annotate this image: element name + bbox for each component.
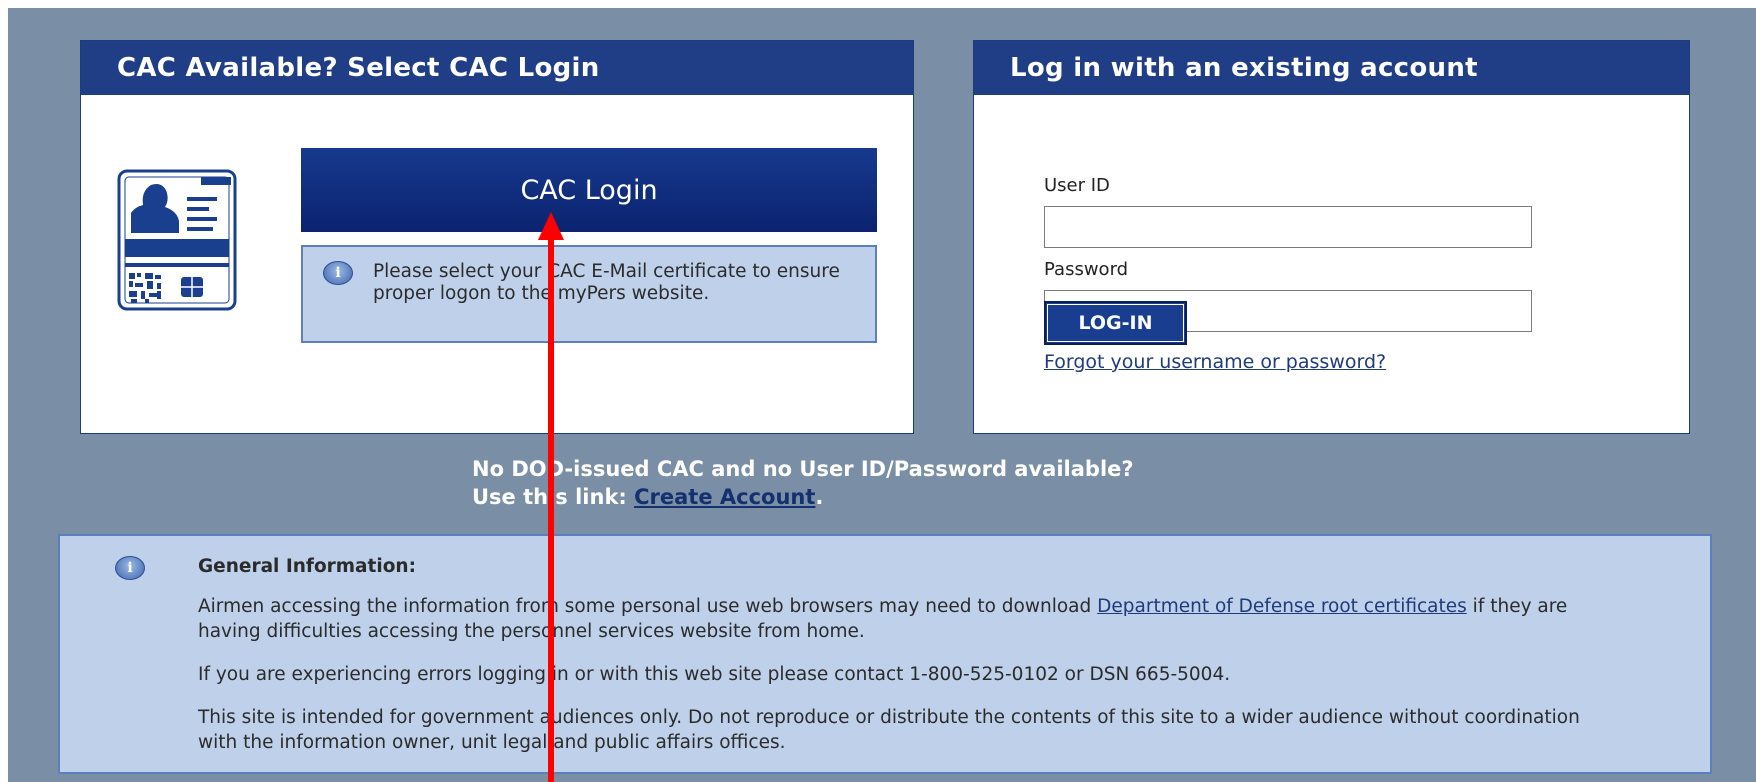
info-icon: i <box>115 556 145 580</box>
user-id-label: User ID <box>1044 175 1110 196</box>
general-info-paragraph-certificates: Airmen accessing the information from so… <box>198 594 1618 644</box>
general-info-paragraph-contact: If you are experiencing errors logging i… <box>198 664 1231 685</box>
no-cac-line2: Use this link: Create Account. <box>472 483 1134 511</box>
dod-root-certificates-link[interactable]: Department of Defense root certificates <box>1097 596 1467 617</box>
create-account-link[interactable]: Create Account <box>634 485 815 509</box>
password-label: Password <box>1044 259 1129 280</box>
no-cac-line2-suffix: . <box>815 485 824 509</box>
id-card-icon <box>117 169 237 311</box>
user-id-input[interactable] <box>1044 206 1532 248</box>
log-in-button[interactable]: LOG-IN <box>1044 301 1187 345</box>
info-icon: i <box>323 261 353 285</box>
cac-note-text: Please select your CAC E-Mail certificat… <box>373 261 840 304</box>
no-cac-line2-prefix: Use this link: <box>472 485 635 509</box>
general-info-title: General Information: <box>198 556 416 577</box>
cac-login-button[interactable]: CAC Login <box>301 148 877 232</box>
cac-panel-title: CAC Available? Select CAC Login <box>81 41 913 95</box>
cac-certificate-note: i Please select your CAC E-Mail certific… <box>301 245 877 343</box>
para1-prefix: Airmen accessing the information from so… <box>198 596 1098 617</box>
general-information-box: i General Information: Airmen accessing … <box>58 534 1712 774</box>
existing-account-panel: Log in with an existing account User ID … <box>973 40 1690 434</box>
forgot-credentials-link[interactable]: Forgot your username or password? <box>1044 351 1386 373</box>
general-info-paragraph-disclaimer: This site is intended for government aud… <box>198 707 1580 753</box>
cac-login-panel: CAC Available? Select CAC Login CAC Logi… <box>80 40 914 434</box>
no-cac-message: No DOD-issued CAC and no User ID/Passwor… <box>472 455 1134 511</box>
account-panel-title: Log in with an existing account <box>974 41 1689 95</box>
no-cac-line1: No DOD-issued CAC and no User ID/Passwor… <box>472 457 1134 481</box>
